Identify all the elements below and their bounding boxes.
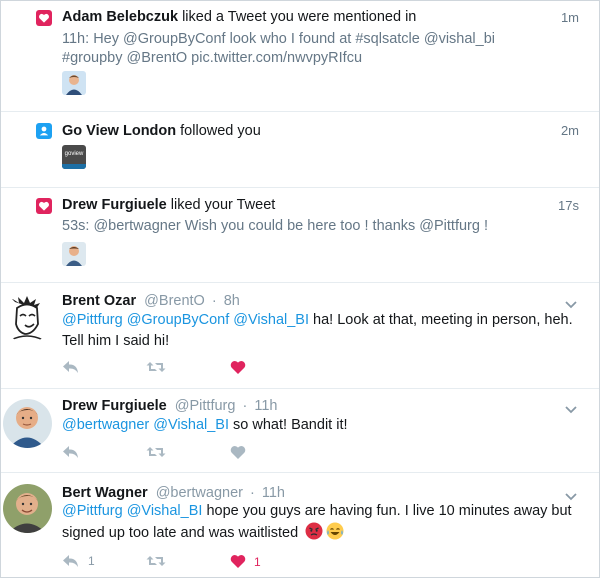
like-button[interactable]: [230, 360, 254, 375]
tweet-text: @Pittfurg @Vishal_BI hope you guys are h…: [62, 501, 582, 544]
avatar[interactable]: goview: [62, 145, 86, 169]
separator-dot: ·: [211, 293, 217, 309]
retweet-button[interactable]: [146, 360, 174, 374]
mention-link[interactable]: @Vishal_BI: [233, 312, 309, 328]
tweet-header: Bert Wagner @bertwagner · 11h: [62, 485, 285, 501]
mention-link[interactable]: @Pittfurg: [62, 312, 123, 328]
angry-face-icon: [305, 522, 323, 540]
actor-name[interactable]: Go View London: [62, 123, 176, 139]
retweet-icon: [146, 362, 166, 372]
notification-action: followed you: [180, 123, 261, 139]
notification-tweet-preview[interactable]: 11h: Hey @GroupByConf look who I found a…: [62, 30, 532, 68]
chevron-down-icon[interactable]: [565, 296, 577, 309]
retweet-button[interactable]: [146, 445, 174, 459]
thumb-logo-text: goview: [64, 151, 84, 157]
avatar[interactable]: [62, 242, 86, 266]
reply-button[interactable]: 1: [62, 554, 95, 568]
display-name[interactable]: Bert Wagner: [62, 485, 148, 501]
heart-icon: [36, 198, 52, 214]
heart-icon: [230, 446, 246, 459]
notification-line: Adam Belebczuk liked a Tweet you were me…: [62, 9, 416, 25]
mention-link[interactable]: @GroupByConf: [127, 312, 230, 328]
retweet-icon: [146, 556, 166, 566]
avatar[interactable]: [62, 71, 86, 95]
notification-action: liked a Tweet you were mentioned in: [182, 9, 417, 25]
tweet-text: @Pittfurg @GroupByConf @Vishal_BI ha! Lo…: [62, 310, 582, 352]
heart-icon: [36, 10, 52, 26]
avatar[interactable]: [3, 484, 52, 533]
tweet-text: @bertwagner @Vishal_BI so what! Bandit i…: [62, 415, 582, 436]
like-button[interactable]: 1: [230, 554, 261, 569]
tweet-prefix: 53s:: [62, 218, 90, 234]
tweet-time[interactable]: 11h: [254, 398, 277, 414]
mention-link[interactable]: @bertwagner: [62, 417, 149, 433]
tweet[interactable]: Brent Ozar @BrentO · 8h @Pittfurg @Group…: [1, 282, 599, 389]
tweet-header: Brent Ozar @BrentO · 8h: [62, 293, 240, 309]
notification-time: 17s: [558, 198, 579, 213]
tweet-preview-text: @bertwagner Wish you could be here too !…: [93, 218, 489, 234]
notification-line: Go View London followed you: [62, 123, 261, 139]
username[interactable]: @bertwagner: [156, 485, 243, 501]
notifications-timeline: Adam Belebczuk liked a Tweet you were me…: [0, 0, 600, 578]
actor-name[interactable]: Adam Belebczuk: [62, 9, 178, 25]
heart-icon: [230, 361, 246, 374]
reply-button[interactable]: [62, 445, 80, 459]
tweet-header: Drew Furgiuele @Pittfurg · 11h: [62, 398, 277, 414]
avatar[interactable]: [3, 399, 52, 448]
chevron-down-icon[interactable]: [565, 488, 577, 501]
tweet-prefix: 11h:: [62, 31, 90, 47]
tears-of-joy-icon: [326, 522, 344, 540]
notification-tweet-preview[interactable]: 53s: @bertwagner Wish you could be here …: [62, 217, 532, 236]
notification-like[interactable]: Drew Furgiuele liked your Tweet 17s 53s:…: [1, 187, 599, 283]
username[interactable]: @BrentO: [144, 293, 205, 309]
actor-name[interactable]: Drew Furgiuele: [62, 197, 167, 213]
person-icon: [36, 123, 52, 139]
notification-like[interactable]: Adam Belebczuk liked a Tweet you were me…: [1, 1, 599, 112]
chevron-down-icon[interactable]: [565, 401, 577, 414]
reply-icon: [63, 555, 78, 567]
notification-action: liked your Tweet: [170, 197, 276, 213]
mention-link[interactable]: @Vishal_BI: [127, 503, 203, 519]
tweet-time[interactable]: 11h: [262, 485, 285, 501]
heart-icon: [230, 555, 246, 568]
username[interactable]: @Pittfurg: [175, 398, 236, 414]
display-name[interactable]: Brent Ozar: [62, 293, 136, 309]
notification-line: Drew Furgiuele liked your Tweet: [62, 197, 275, 213]
reply-icon: [63, 446, 78, 458]
retweet-icon: [146, 447, 166, 457]
reply-icon: [63, 361, 78, 373]
mention-link[interactable]: @Pittfurg: [62, 503, 123, 519]
separator-dot: ·: [250, 485, 255, 501]
notification-follow[interactable]: Go View London followed you 2m goview: [1, 111, 599, 188]
separator-dot: ·: [242, 398, 248, 414]
tweet-time[interactable]: 8h: [224, 293, 240, 309]
tweet[interactable]: Drew Furgiuele @Pittfurg · 11h @bertwagn…: [1, 388, 599, 473]
reply-button[interactable]: [62, 360, 80, 374]
retweet-button[interactable]: [146, 554, 174, 568]
like-button[interactable]: [230, 445, 254, 460]
like-count: 1: [254, 554, 261, 569]
avatar[interactable]: [3, 294, 52, 343]
tweet[interactable]: Bert Wagner @bertwagner · 11h @Pittfurg …: [1, 472, 599, 577]
notification-time: 2m: [560, 123, 579, 138]
reply-count: 1: [88, 554, 95, 568]
tweet-preview-text: Hey @GroupByConf look who I found at #sq…: [62, 31, 495, 66]
mention-link[interactable]: @Vishal_BI: [153, 417, 229, 433]
tweet-body-text: so what! Bandit it!: [233, 417, 348, 433]
display-name[interactable]: Drew Furgiuele: [62, 398, 167, 414]
notification-time: 1m: [560, 10, 579, 25]
